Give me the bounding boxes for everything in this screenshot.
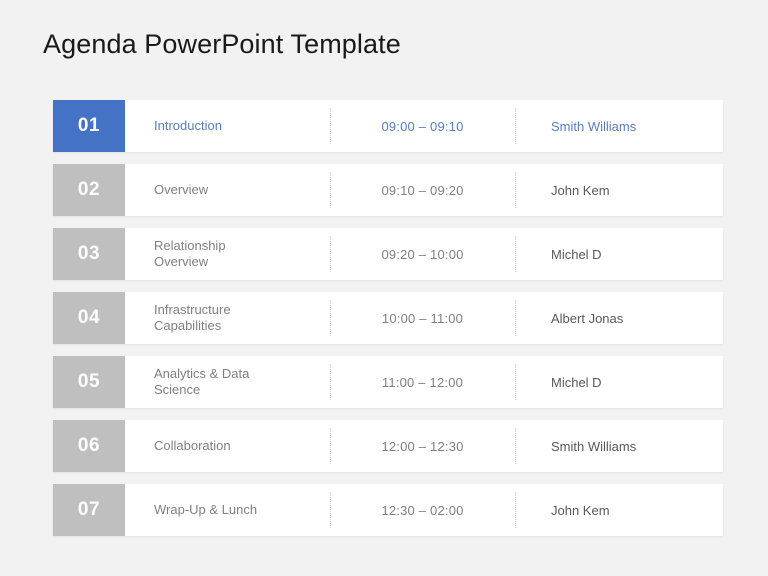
agenda-row[interactable]: 05 Analytics & Data Science 11:00 – 12:00 Mi… (53, 356, 723, 408)
agenda-row[interactable]: 04 Infrastructure Capabilities 10:00 – 11:0… (53, 292, 723, 344)
agenda-topic-line1: Collaboration (154, 438, 231, 453)
agenda-topic-line1: Introduction (154, 118, 222, 133)
column-divider (515, 108, 516, 144)
agenda-row[interactable]: 03 Relationship Overview 09:20 – 10:00 Miche… (53, 228, 723, 280)
agenda-row-number-badge: 03 (53, 228, 125, 280)
agenda-row-body: Relationship Overview 09:20 – 10:00 Michel … (125, 228, 723, 280)
agenda-row-body: Wrap-Up & Lunch 12:30 – 02:00 John Kem (125, 484, 723, 536)
column-divider (515, 236, 516, 272)
column-divider (330, 108, 331, 144)
agenda-topic-line1: Infrastructure (154, 302, 231, 317)
agenda-time: 09:10 – 09:20 (381, 182, 464, 198)
agenda-row-number-badge: 05 (53, 356, 125, 408)
agenda-topic: Collaboration (125, 438, 330, 454)
agenda-topic-line1: Analytics & Data (154, 366, 250, 381)
agenda-topic: Wrap-Up & Lunch (125, 502, 330, 518)
column-divider (330, 492, 331, 528)
agenda-row[interactable]: 07 Wrap-Up & Lunch 12:30 – 02:00 John Kem (53, 484, 723, 536)
agenda-owner: Smith Williams (551, 438, 637, 454)
column-divider (515, 492, 516, 528)
agenda-row-number-badge: 07 (53, 484, 125, 536)
agenda-row-body: Collaboration 12:00 – 12:30 Smith Williams (125, 420, 723, 472)
agenda-topic-line2: Overview (154, 254, 209, 269)
column-divider (330, 300, 331, 336)
agenda-row-number-badge: 06 (53, 420, 125, 472)
agenda-row-body: Infrastructure Capabilities 10:00 – 11:00 A… (125, 292, 723, 344)
agenda-topic: Relationship Overview (125, 238, 330, 270)
agenda-row-body: Analytics & Data Science 11:00 – 12:00 Mich… (125, 356, 723, 408)
agenda-owner: Albert Jonas (551, 310, 624, 326)
agenda-topic: Overview (125, 182, 330, 198)
agenda-topic-line2: Science (154, 382, 201, 397)
agenda-owner: Michel D (551, 374, 602, 390)
agenda-time: 12:00 – 12:30 (381, 438, 464, 454)
agenda-topic: Introduction (125, 118, 330, 134)
agenda-time: 10:00 – 11:00 (381, 310, 464, 326)
agenda-row[interactable]: 02 Overview 09:10 – 09:20 John Kem (53, 164, 723, 216)
agenda-time: 09:20 – 10:00 (381, 246, 464, 262)
column-divider (330, 364, 331, 400)
agenda-row[interactable]: 01 Introduction 09:00 – 09:10 Smith William… (53, 100, 723, 152)
agenda-row-body: Introduction 09:00 – 09:10 Smith Williams (125, 100, 723, 152)
agenda-list: 01 Introduction 09:00 – 09:10 Smith William… (53, 100, 723, 548)
agenda-topic-line1: Wrap-Up & Lunch (154, 502, 258, 517)
agenda-row-number-badge: 02 (53, 164, 125, 216)
agenda-owner: Michel D (551, 246, 602, 262)
agenda-topic-line2: Capabilities (154, 318, 222, 333)
agenda-topic: Infrastructure Capabilities (125, 302, 330, 334)
agenda-time: 11:00 – 12:00 (381, 374, 464, 390)
agenda-topic-line1: Overview (154, 182, 209, 197)
column-divider (330, 428, 331, 464)
column-divider (515, 172, 516, 208)
agenda-row-body: Overview 09:10 – 09:20 John Kem (125, 164, 723, 216)
column-divider (330, 172, 331, 208)
column-divider (515, 364, 516, 400)
agenda-slide: Agenda PowerPoint Template 01 Introductio… (0, 0, 768, 576)
agenda-time: 12:30 – 02:00 (381, 502, 464, 518)
agenda-topic-line1: Relationship (154, 238, 226, 253)
agenda-time: 09:00 – 09:10 (381, 118, 464, 134)
agenda-topic: Analytics & Data Science (125, 366, 330, 398)
agenda-row-number-badge: 04 (53, 292, 125, 344)
agenda-owner: Smith Williams (551, 118, 637, 134)
agenda-owner: John Kem (551, 182, 610, 198)
page-title: Agenda PowerPoint Template (43, 29, 401, 59)
agenda-row[interactable]: 06 Collaboration 12:00 – 12:30 Smith Willia… (53, 420, 723, 472)
column-divider (515, 300, 516, 336)
agenda-owner: John Kem (551, 502, 610, 518)
column-divider (330, 236, 331, 272)
column-divider (515, 428, 516, 464)
agenda-row-number-badge: 01 (53, 100, 125, 152)
